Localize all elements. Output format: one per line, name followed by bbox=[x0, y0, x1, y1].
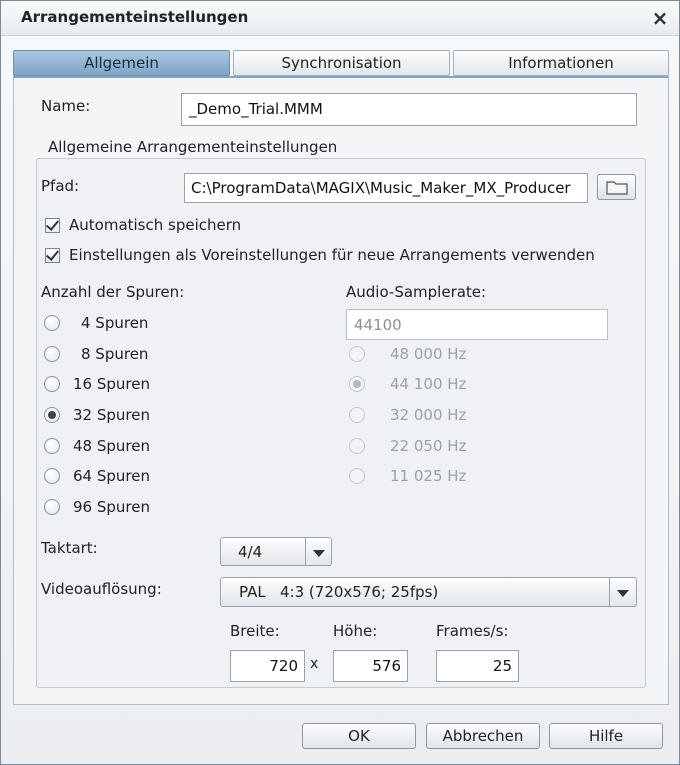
radio-label-64-tracks: 64 Spuren bbox=[73, 467, 150, 485]
path-input[interactable]: C:\ProgramData\MAGIX\Music_Maker_MX_Prod… bbox=[184, 173, 588, 203]
time-signature-value: 4/4 bbox=[238, 543, 263, 561]
radio-8-tracks[interactable] bbox=[44, 346, 60, 362]
use-as-defaults-label: Einstellungen als Voreinstellungen für n… bbox=[69, 246, 595, 264]
general-group-title: Allgemeine Arrangementeinstellungen bbox=[48, 138, 338, 156]
radio-11025hz[interactable] bbox=[349, 468, 365, 484]
width-input[interactable]: 720 bbox=[230, 650, 305, 682]
radio-label-4-tracks: 4 Spuren bbox=[81, 314, 149, 332]
help-button[interactable]: Hilfe bbox=[549, 723, 663, 749]
path-label: Pfad: bbox=[41, 177, 80, 195]
use-as-defaults-checkbox[interactable] bbox=[45, 247, 60, 263]
browse-folder-button[interactable] bbox=[597, 174, 636, 200]
name-label: Name: bbox=[41, 97, 91, 115]
radio-64-tracks[interactable] bbox=[44, 468, 60, 484]
samplerate-label: Audio-Samplerate: bbox=[346, 283, 487, 301]
radio-label-48000hz: 48 000 Hz bbox=[390, 345, 467, 363]
width-label: Breite: bbox=[230, 622, 280, 640]
radio-48-tracks[interactable] bbox=[44, 438, 60, 454]
tab-synchronisation[interactable]: Synchronisation bbox=[233, 50, 450, 76]
radio-48000hz[interactable] bbox=[349, 346, 365, 362]
video-resolution-select[interactable]: PAL 4:3 (720x576; 25fps) bbox=[220, 577, 637, 607]
radio-label-22050hz: 22 050 Hz bbox=[390, 437, 467, 455]
title-bar[interactable]: Arrangementeinstellungen × bbox=[1, 1, 679, 36]
folder-icon bbox=[606, 181, 628, 195]
fps-label: Frames/s: bbox=[436, 622, 509, 640]
radio-16-tracks[interactable] bbox=[44, 376, 60, 392]
radio-4-tracks[interactable] bbox=[44, 315, 60, 331]
video-resolution-label: Videoauflösung: bbox=[41, 580, 162, 598]
radio-96-tracks[interactable] bbox=[44, 499, 60, 515]
cancel-button[interactable]: Abbrechen bbox=[426, 723, 540, 749]
time-signature-label: Taktart: bbox=[41, 539, 98, 557]
video-resolution-value: PAL 4:3 (720x576; 25fps) bbox=[239, 583, 439, 601]
times-sign: x bbox=[310, 656, 319, 672]
radio-label-11025hz: 11 025 Hz bbox=[390, 467, 467, 485]
radio-label-96-tracks: 96 Spuren bbox=[73, 498, 150, 516]
arrangement-settings-dialog: Arrangementeinstellungen × Allgemein Syn… bbox=[0, 0, 680, 765]
window-title: Arrangementeinstellungen bbox=[21, 8, 249, 26]
check-icon bbox=[45, 247, 60, 261]
check-icon bbox=[45, 217, 60, 231]
close-icon[interactable]: × bbox=[649, 7, 671, 29]
autosave-label: Automatisch speichern bbox=[69, 216, 242, 234]
height-label: Höhe: bbox=[333, 622, 378, 640]
name-input[interactable]: _Demo_Trial.MMM bbox=[181, 93, 637, 126]
radio-label-44100hz: 44 100 Hz bbox=[390, 375, 467, 393]
time-signature-select[interactable]: 4/4 bbox=[220, 537, 332, 566]
chevron-down-icon bbox=[313, 550, 325, 557]
radio-44100hz[interactable] bbox=[349, 376, 365, 392]
samplerate-input[interactable]: 44100 bbox=[346, 309, 608, 340]
radio-32000hz[interactable] bbox=[349, 407, 365, 423]
radio-label-32-tracks: 32 Spuren bbox=[73, 406, 150, 424]
ok-button[interactable]: OK bbox=[302, 723, 416, 749]
chevron-down-icon bbox=[617, 590, 629, 597]
radio-label-32000hz: 32 000 Hz bbox=[390, 406, 467, 424]
radio-32-tracks[interactable] bbox=[44, 407, 60, 423]
height-input[interactable]: 576 bbox=[333, 650, 408, 682]
radio-label-8-tracks: 8 Spuren bbox=[81, 345, 149, 363]
fps-input[interactable]: 25 bbox=[436, 650, 519, 682]
autosave-checkbox[interactable] bbox=[45, 217, 60, 233]
tab-informationen[interactable]: Informationen bbox=[453, 50, 669, 76]
radio-label-48-tracks: 48 Spuren bbox=[73, 437, 150, 455]
radio-label-16-tracks: 16 Spuren bbox=[73, 375, 150, 393]
radio-22050hz[interactable] bbox=[349, 438, 365, 454]
tracks-label: Anzahl der Spuren: bbox=[41, 283, 185, 301]
tab-allgemein[interactable]: Allgemein bbox=[13, 50, 230, 76]
